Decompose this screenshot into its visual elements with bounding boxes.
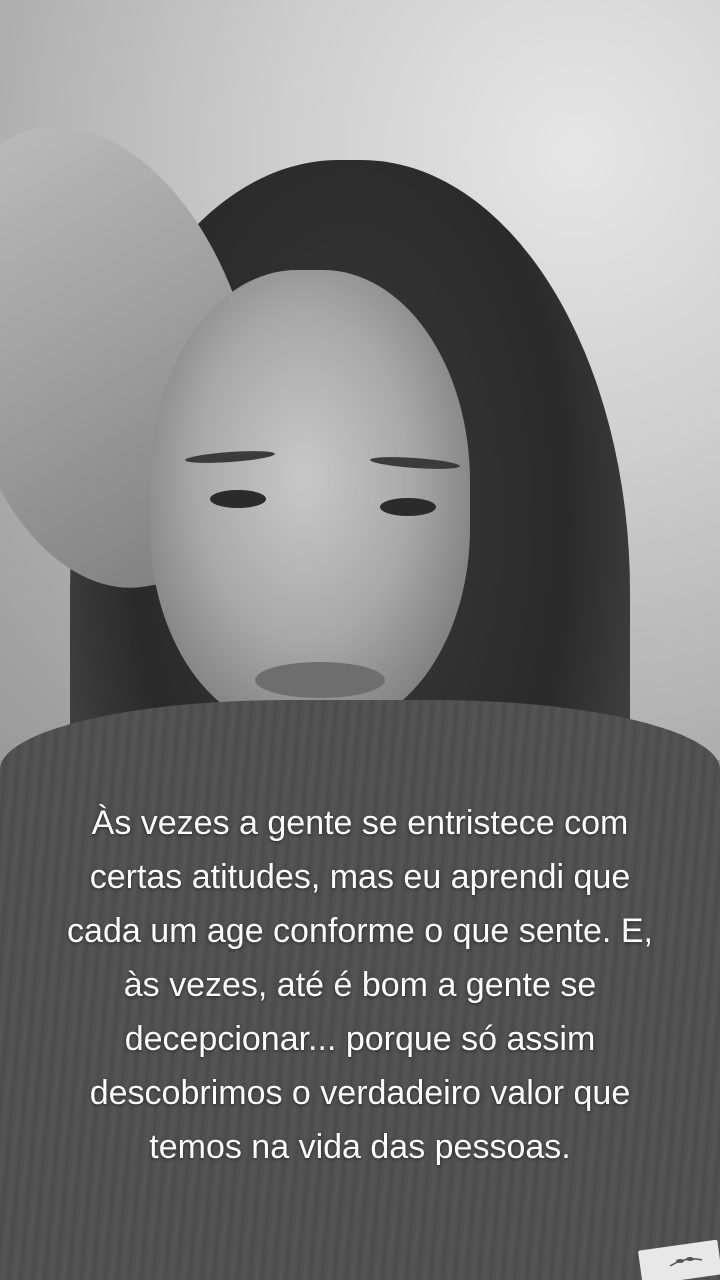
caption-line: descobrimos o verdadeiro valor que (89, 1074, 631, 1112)
photo-frame: Às vezes a gente se entristece com certa… (0, 0, 720, 1280)
caption-line: cada um age conforme o que sente. E, (67, 912, 653, 950)
caption-overlay: Às vezes a gente se entristece com certa… (30, 796, 690, 1174)
caption-line: decepcionar... porque só assim (124, 1020, 596, 1058)
caption-line: certas atitudes, mas eu aprendi que (89, 858, 631, 896)
lips (255, 662, 385, 698)
right-eye (380, 498, 436, 516)
caption-line: às vezes, até é bom a gente se (123, 966, 597, 1004)
left-eye (210, 490, 266, 508)
leaf-sprig-icon (666, 1252, 706, 1272)
caption-line: Às vezes a gente se entristece com (91, 804, 629, 842)
caption-line: temos na vida das pessoas. (149, 1128, 571, 1166)
